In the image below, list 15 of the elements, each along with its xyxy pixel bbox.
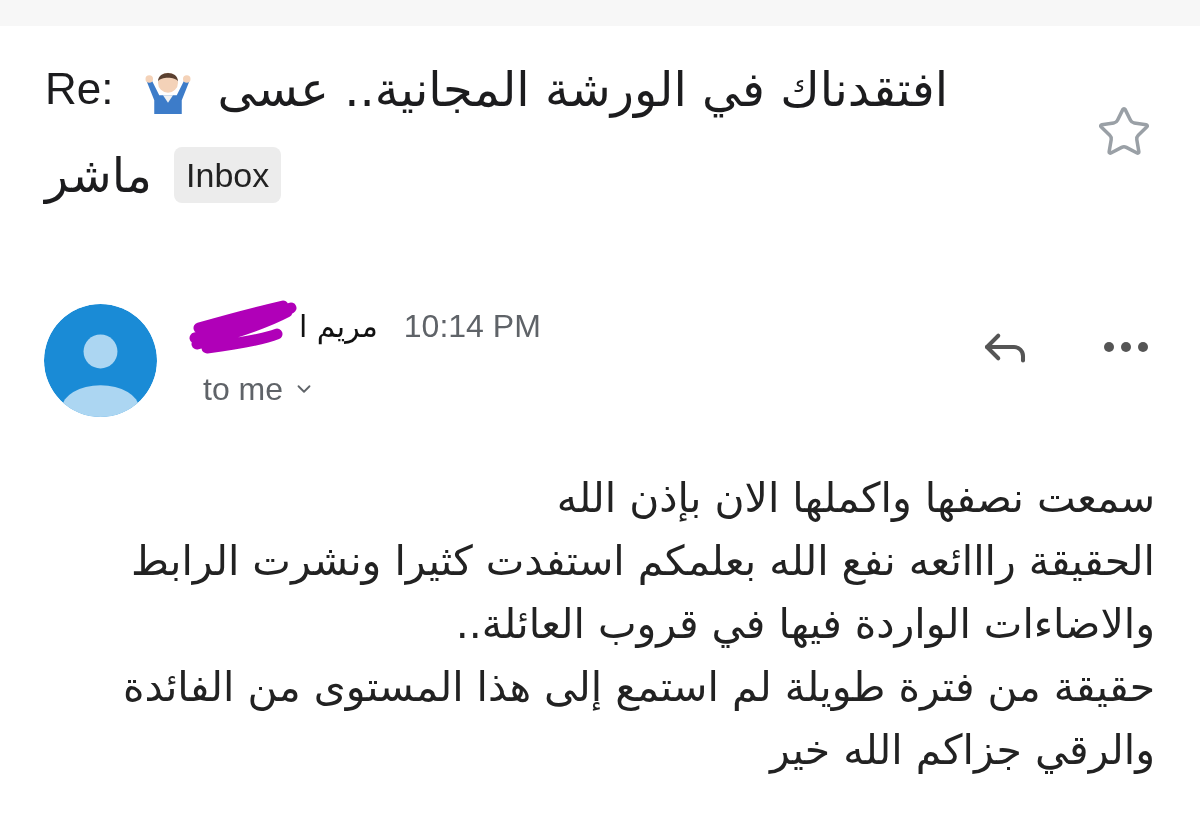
message-line: سمعت نصفها واكملها الان بإذن الله: [556, 473, 1155, 524]
message-line: حقيقة من فترة طويلة لم استمع إلى هذا المستوى من الفائدة: [122, 662, 1155, 713]
subject-title: ماشر: [45, 146, 153, 206]
avatar-icon: [44, 304, 157, 417]
message-line: والرقي جزاكم الله خير: [769, 725, 1155, 776]
message-line: والاضاءات الواردة فيها في قروب العائلة..: [455, 599, 1155, 650]
more-button[interactable]: [1104, 342, 1148, 352]
message-line: الحقيقة رااائعه نفع الله بعلمكم استفدت كثيرا ونشرت الرابط: [131, 536, 1155, 587]
more-icon: [1104, 342, 1148, 352]
subject-title: افتقدناك في الورشة المجانية.. عسى: [217, 60, 949, 120]
subject-prefix: Re:: [45, 62, 114, 115]
inbox-label: Inbox: [174, 147, 282, 203]
message-time: 10:14 PM: [403, 306, 541, 346]
sender-name: مريم ا: [299, 307, 378, 347]
recipient-toggle[interactable]: to me: [203, 370, 316, 409]
